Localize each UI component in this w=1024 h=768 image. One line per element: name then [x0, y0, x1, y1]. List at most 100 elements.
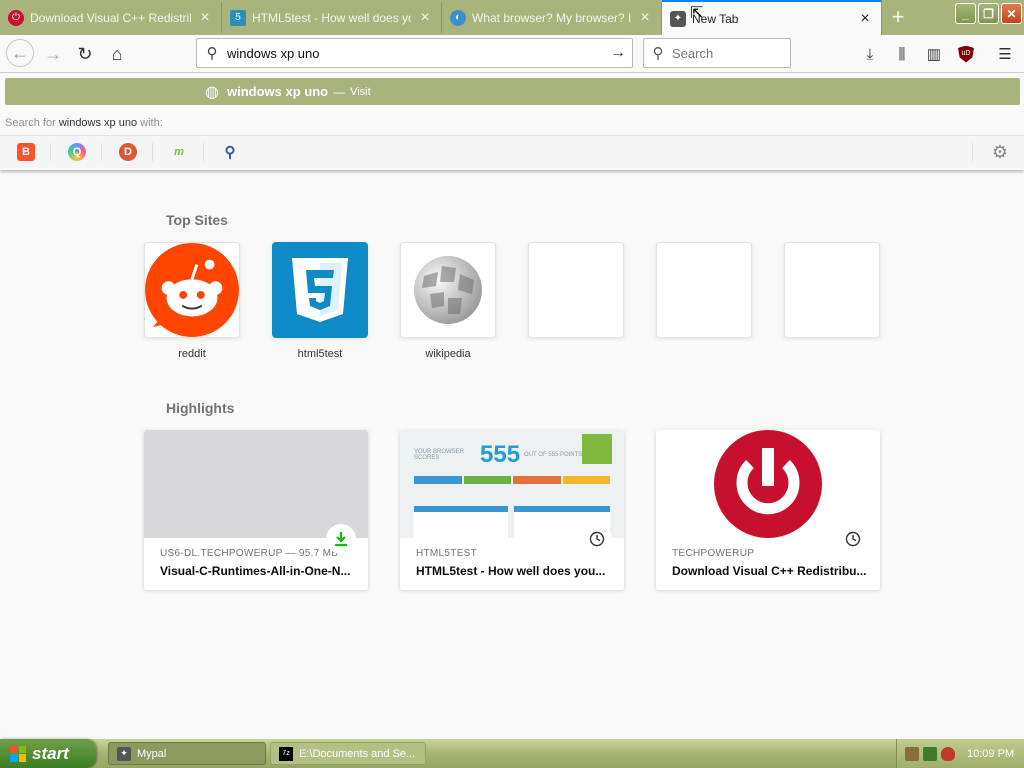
- tab-title: What browser? My browser? Is m: [472, 10, 631, 25]
- score-banner: YOUR BROWSER SCORES 555 OUT OF 555 POINT…: [414, 441, 584, 468]
- brave-icon[interactable]: B: [17, 143, 35, 161]
- visit-suggestion[interactable]: ◍ windows xp uno — Visit: [5, 78, 1020, 105]
- back-button[interactable]: ←: [6, 39, 34, 67]
- qwant-icon[interactable]: Q: [68, 143, 86, 161]
- top-site-empty[interactable]: [528, 242, 624, 338]
- menu-icon[interactable]: ☰: [994, 43, 1016, 65]
- clock-icon: [838, 524, 868, 554]
- wikipedia-globe-icon: [414, 256, 482, 324]
- power-logo-icon: [714, 430, 822, 538]
- highlights-heading: Highlights: [166, 400, 235, 416]
- task-label: E:\Documents and Se...: [299, 747, 416, 760]
- power-icon: ⏻: [8, 9, 24, 26]
- highlight-card[interactable]: YOUR BROWSER SCORES 555 OUT OF 555 POINT…: [400, 430, 624, 590]
- gear-icon[interactable]: ⚙: [992, 142, 1008, 163]
- card-title: HTML5test - How well does you...: [416, 564, 606, 578]
- badge-graphic: [582, 434, 612, 464]
- search-bar[interactable]: ⚲ Search: [643, 38, 791, 68]
- card-preview: YOUR BROWSER SCORES 555 OUT OF 555 POINT…: [400, 430, 624, 538]
- search-for-query: windows xp uno: [58, 117, 138, 129]
- duckduckgo-icon[interactable]: D: [119, 143, 137, 161]
- results-panel: [414, 506, 508, 538]
- close-icon[interactable]: ×: [197, 9, 213, 27]
- engine-divider: [203, 143, 204, 161]
- search-for-prefix: Search for: [5, 117, 56, 129]
- clock-icon: [582, 524, 612, 554]
- navigation-toolbar: ← → ↻ ⌂ ⚲ windows xp uno → ⚲ Search ⤓ ⫼ …: [0, 35, 1024, 73]
- score-prefix: YOUR BROWSER SCORES: [414, 449, 465, 461]
- card-title: Visual-C-Runtimes-All-in-One-N...: [160, 564, 351, 578]
- new-tab-button[interactable]: +: [886, 6, 910, 28]
- top-site-html5test[interactable]: html5test: [272, 242, 368, 360]
- search-for-label: Search for windows xp uno with:: [5, 117, 163, 129]
- tab-title: Download Visual C++ Redistribu: [30, 10, 191, 25]
- minimize-button[interactable]: _: [955, 3, 976, 24]
- home-button[interactable]: ⌂: [104, 41, 130, 67]
- tab-strip: ⏻ Download Visual C++ Redistribu × 5 HTM…: [0, 0, 1024, 35]
- search-icon[interactable]: ⚲: [221, 143, 239, 161]
- shield-icon[interactable]: [941, 746, 955, 761]
- engine-divider: [101, 143, 102, 161]
- search-icon: ⚲: [652, 45, 664, 62]
- top-site-wikipedia[interactable]: wikipedia: [400, 242, 496, 360]
- site-label: html5test: [297, 348, 343, 360]
- taskbar-item-mypal[interactable]: ✦ Mypal: [108, 742, 266, 765]
- search-for-suffix: with:: [140, 117, 163, 129]
- go-arrow-icon[interactable]: →: [604, 44, 632, 62]
- ublock-icon[interactable]: uD: [955, 43, 977, 65]
- download-icon[interactable]: ⤓: [859, 43, 881, 65]
- close-icon[interactable]: ×: [857, 10, 873, 28]
- forward-button[interactable]: →: [40, 41, 66, 67]
- html5-icon: [292, 258, 348, 322]
- 7zip-icon: 7z: [279, 746, 293, 761]
- site-thumbnail-placeholder: [784, 242, 880, 338]
- suggestion-action: Visit: [350, 85, 371, 98]
- site-thumbnail-placeholder: [528, 242, 624, 338]
- html5-icon: 5: [230, 9, 246, 26]
- globe-icon: ◍: [205, 83, 219, 101]
- clock: 10:09 PM: [967, 747, 1015, 760]
- urlbar-popup: ◍ windows xp uno — Visit Search for wind…: [0, 74, 1024, 170]
- site-label: wikipedia: [425, 348, 471, 360]
- tab-techpowerup[interactable]: ⏻ Download Visual C++ Redistribu ×: [0, 2, 222, 33]
- library-icon[interactable]: ⫼: [891, 43, 913, 65]
- globe-icon: ◐: [450, 9, 466, 26]
- engine-divider: [50, 143, 51, 161]
- top-site-empty[interactable]: [656, 242, 752, 338]
- mouse-cursor-icon: ⇱: [690, 5, 704, 22]
- top-site-empty[interactable]: [784, 242, 880, 338]
- reload-button[interactable]: ↻: [72, 41, 98, 67]
- score-suffix: OUT OF 555 POINTS: [524, 452, 583, 458]
- top-sites-heading: Top Sites: [166, 212, 228, 228]
- close-icon[interactable]: ×: [637, 9, 653, 27]
- taskbar: start ✦ Mypal 7z E:\Documents and Se... …: [0, 739, 1024, 768]
- engine-divider: [152, 143, 153, 161]
- tab-title: New Tab: [692, 11, 739, 26]
- close-window-button[interactable]: ✕: [1001, 3, 1022, 24]
- highlight-card[interactable]: TECHPOWERUP Download Visual C++ Redistri…: [656, 430, 880, 590]
- mypal-icon: ✦: [670, 10, 686, 27]
- tab-whatbrowser[interactable]: ◐ What browser? My browser? Is m ×: [442, 2, 662, 33]
- tab-title: HTML5test - How well does your: [252, 10, 411, 25]
- site-thumbnail: [144, 242, 240, 338]
- taskbar-item-explorer[interactable]: 7z E:\Documents and Se...: [270, 742, 426, 765]
- url-input[interactable]: windows xp uno: [227, 46, 604, 61]
- search-icon: ⚲: [206, 45, 218, 62]
- sidebar-icon[interactable]: ▥: [923, 43, 945, 65]
- tab-html5test[interactable]: 5 HTML5test - How well does your ×: [222, 2, 442, 33]
- top-site-reddit[interactable]: reddit: [144, 242, 240, 360]
- engine-divider: [972, 143, 973, 161]
- score-value: 555: [480, 441, 521, 468]
- close-icon[interactable]: ×: [417, 9, 433, 27]
- tray-network-icon[interactable]: [923, 746, 937, 761]
- suggestion-separator: —: [333, 84, 346, 99]
- site-thumbnail-placeholder: [656, 242, 752, 338]
- tray-app-icon[interactable]: [905, 746, 919, 761]
- maximize-button[interactable]: ❐: [978, 3, 999, 24]
- mojeek-icon[interactable]: m: [170, 143, 188, 161]
- highlight-card[interactable]: US6-DL.TECHPOWERUP — 95.7 MB Visual-C-Ru…: [144, 430, 368, 590]
- search-input[interactable]: Search: [672, 46, 713, 61]
- card-preview: [656, 430, 880, 538]
- url-bar[interactable]: ⚲ windows xp uno →: [196, 38, 633, 68]
- start-button[interactable]: start: [0, 739, 96, 768]
